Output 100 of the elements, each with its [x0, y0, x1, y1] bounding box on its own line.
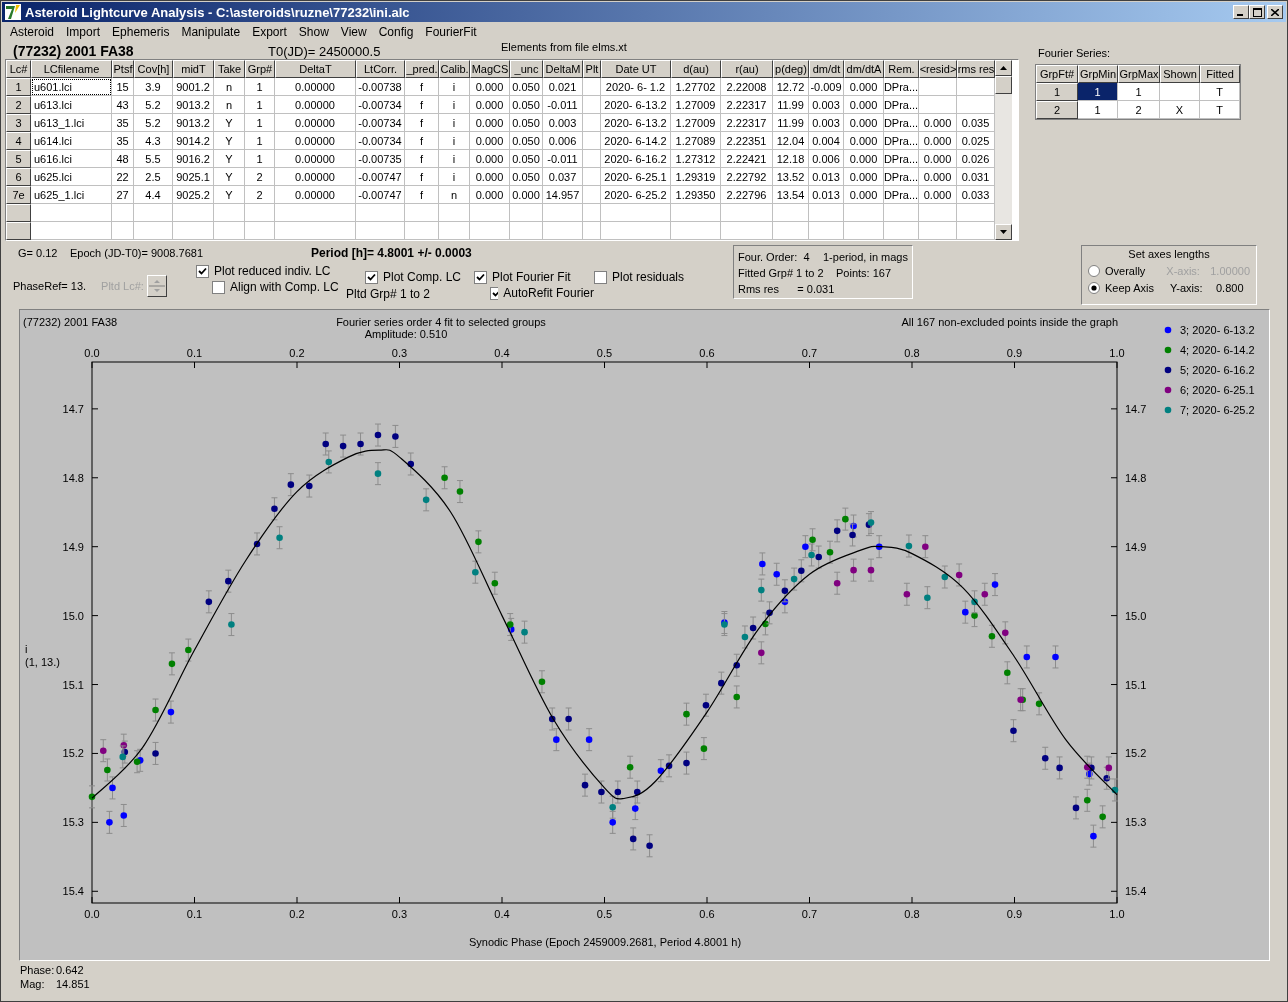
table-cell: 0.000 — [510, 186, 543, 204]
fit-info-text: Rms res = 0.031 — [738, 283, 836, 295]
table-cell: 2020- 6-13.2 — [601, 96, 671, 114]
table-cell: 1.27702 — [671, 78, 721, 96]
table-cell: 43 — [112, 96, 134, 114]
g-value: G= 0.12 — [18, 247, 59, 259]
x-tick-label: 0.4 — [494, 347, 510, 359]
table-cell: i — [439, 96, 470, 114]
y-tick-label: 15.2 — [62, 747, 84, 760]
table-cell: 0.000 — [919, 168, 957, 186]
table-cell: 0.004 — [809, 132, 844, 150]
table-cell: 2.22008 — [721, 78, 773, 96]
table-cell: f — [405, 114, 439, 132]
table-cell: f — [405, 168, 439, 186]
table-cell: 0.00000 — [275, 168, 356, 186]
table-cell: 0.000 — [470, 150, 510, 168]
table-cell: 1 — [1078, 101, 1118, 119]
y-tick-label: 14.8 — [62, 471, 84, 484]
table-cell: u625_1.lci — [31, 186, 112, 204]
phase-ref-value: PhaseRef= 13. — [13, 280, 87, 292]
table-cell: 0.00000 — [275, 150, 356, 168]
table-cell: 0.000 — [470, 78, 510, 96]
x-tick-label: 0.7 — [801, 908, 818, 920]
y-axis-note: (1, 13.) — [25, 656, 60, 668]
y-tick-label: 15.2 — [1125, 747, 1147, 760]
x-tick-label: 0.2 — [289, 347, 305, 359]
table-cell: 2020- 6-25.2 — [601, 186, 671, 204]
table-cell: 0.025 — [957, 132, 995, 150]
table-cell: 1 — [245, 114, 275, 132]
table-cell: 2.22796 — [721, 186, 773, 204]
table-cell: 2020- 6-13.2 — [601, 114, 671, 132]
status-value: 0.642 — [56, 964, 84, 976]
table-cell: u625.lci — [31, 168, 112, 186]
status-label: Phase: — [20, 964, 56, 976]
x-tick-label: 0.0 — [84, 347, 100, 359]
table-cell: 11.99 — [773, 96, 809, 114]
table-cell: 0.000 — [844, 150, 884, 168]
x-tick-label: 0.1 — [186, 347, 203, 359]
table-cell: 0.00000 — [275, 114, 356, 132]
table-cell: u601.lci — [31, 78, 112, 96]
table-cell: 0.000 — [844, 78, 884, 96]
table-cell: 0.006 — [809, 150, 844, 168]
table-cell: 1.29319 — [671, 168, 721, 186]
table-cell: 0.000 — [844, 96, 884, 114]
x-tick-label: 1.0 — [1109, 908, 1125, 920]
x-tick-label: 0.5 — [596, 908, 613, 920]
table-cell: -0.009 — [809, 78, 844, 96]
table-cell: DPra... — [884, 132, 919, 150]
table-cell: 0.003 — [543, 114, 583, 132]
table-cell: n — [439, 186, 470, 204]
x-tick-label: 0.3 — [391, 908, 408, 920]
y-tick-label: 15.3 — [62, 816, 84, 829]
table-cell: DPra... — [884, 78, 919, 96]
table-cell: i — [439, 168, 470, 186]
x-tick-label: 0.8 — [904, 908, 920, 920]
table-cell: n — [214, 78, 245, 96]
elements-label: Elements from file elms.xt — [501, 41, 627, 53]
table-cell: 0.006 — [543, 132, 583, 150]
x-axis-label: Synodic Phase (Epoch 2459009.2681, Period 4.8001 h) — [468, 936, 742, 948]
table-cell: 5.5 — [134, 150, 173, 168]
table-cell: 0.050 — [510, 168, 543, 186]
table-cell: u616.lci — [31, 150, 112, 168]
table-cell: 0.00000 — [275, 96, 356, 114]
table-cell: 2020- 6- 1.2 — [601, 78, 671, 96]
table-cell: 1 — [245, 78, 275, 96]
y-tick-label: 14.9 — [62, 540, 84, 553]
x-tick-label: 1.0 — [1109, 347, 1125, 359]
axis-length-value: 0.800 — [1216, 281, 1244, 294]
status-label: Mag: — [20, 978, 46, 990]
table-cell: 4.4 — [134, 186, 173, 204]
table-cell: 12.72 — [773, 78, 809, 96]
table-cell: 5.2 — [134, 114, 173, 132]
table-cell: 1 — [1078, 83, 1118, 101]
y-tick-label: 15.3 — [1125, 816, 1147, 829]
x-tick-label: 0.4 — [494, 908, 510, 920]
table-cell: 0.000 — [919, 150, 957, 168]
table-cell: 0.013 — [809, 168, 844, 186]
table-cell: 2 — [1118, 101, 1160, 119]
points-note: All 167 non-excluded points inside the graph — [901, 316, 1118, 328]
table-cell: 48 — [112, 150, 134, 168]
table-cell: 1 — [1118, 83, 1160, 101]
table-cell: 0.000 — [919, 132, 957, 150]
table-cell: 13.54 — [773, 186, 809, 204]
table-cell: 0.050 — [510, 96, 543, 114]
y-tick-label: 15.1 — [62, 678, 84, 691]
table-cell: 2.5 — [134, 168, 173, 186]
legend-label: 3; 2020- 6-13.2 — [1180, 324, 1255, 336]
table-cell: 1 — [245, 150, 275, 168]
table-cell: f — [405, 96, 439, 114]
table-cell: 0.000 — [844, 114, 884, 132]
table-cell: -0.00734 — [356, 114, 405, 132]
table-cell: 2.22421 — [721, 150, 773, 168]
table-cell: -0.011 — [543, 150, 583, 168]
table-cell: 0.013 — [809, 186, 844, 204]
table-cell: 2020- 6-25.1 — [601, 168, 671, 186]
axis-length-label: Y-axis: — [1170, 281, 1204, 294]
table-cell: f — [405, 186, 439, 204]
table-cell: 0.000 — [919, 186, 957, 204]
table-cell: -0.00734 — [356, 132, 405, 150]
table-cell: 0.000 — [844, 168, 884, 186]
